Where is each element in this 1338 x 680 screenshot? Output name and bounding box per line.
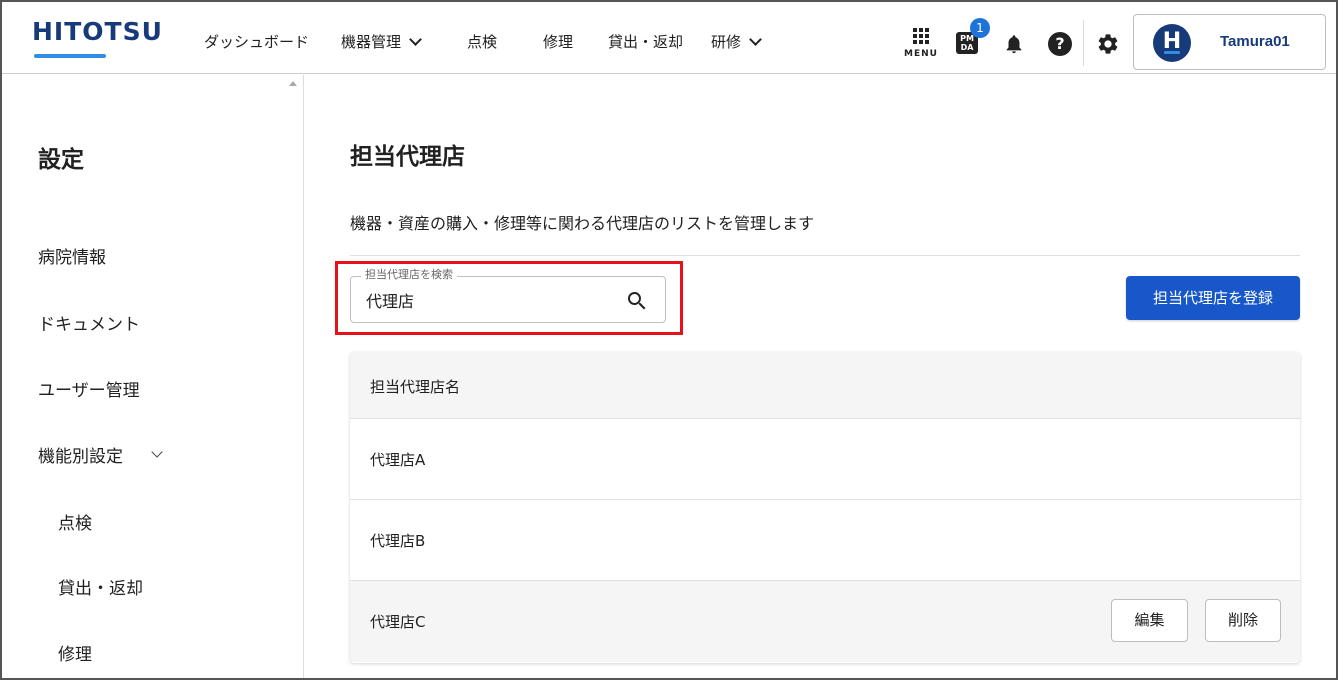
- column-header-agency-name: 担当代理店名: [370, 378, 461, 396]
- notification-count-badge: 1: [970, 18, 990, 38]
- page-description: 機器・資産の購入・修理等に関わる代理店のリストを管理します: [350, 214, 815, 233]
- chevron-down-icon: [749, 33, 762, 46]
- sidebar-item-label: 病院情報: [38, 248, 106, 268]
- sidebar-item-user-management[interactable]: ユーザー管理: [38, 376, 140, 401]
- delete-button[interactable]: 削除: [1205, 599, 1281, 642]
- sidebar-item-label: ユーザー管理: [38, 381, 140, 401]
- agency-name-cell: 代理店C: [370, 613, 426, 631]
- sidebar-item-hospital-info[interactable]: 病院情報: [38, 243, 106, 268]
- header-divider: [1083, 20, 1084, 66]
- chevron-down-icon: [151, 446, 163, 458]
- app-menu-button[interactable]: MENU: [902, 24, 940, 64]
- top-header: HITOTSU ダッシュボード 機器管理 点検 修理 貸出・返却 研修 MENU…: [2, 2, 1336, 74]
- app-window: HITOTSU ダッシュボード 機器管理 点検 修理 貸出・返却 研修 MENU…: [0, 0, 1338, 680]
- page-title: 担当代理店: [350, 144, 465, 170]
- apps-grid-icon: [913, 28, 929, 44]
- nav-inspection[interactable]: 点検: [467, 30, 497, 54]
- agency-name-cell: 代理店A: [370, 451, 426, 469]
- nav-training[interactable]: 研修: [711, 30, 762, 54]
- nav-inspection-label: 点検: [467, 33, 498, 51]
- nav-equipment-label: 機器管理: [341, 33, 402, 51]
- sidebar-title: 設定: [38, 147, 84, 173]
- sidebar-item-label: 貸出・返却: [58, 579, 143, 599]
- search-field[interactable]: 担当代理店を検索: [350, 268, 666, 323]
- nav-dashboard[interactable]: ダッシュボード: [204, 30, 309, 54]
- section-divider: [350, 255, 1300, 256]
- table-header: 担当代理店名: [350, 352, 1300, 419]
- chevron-down-icon: [409, 33, 422, 46]
- nav-dashboard-label: ダッシュボード: [204, 33, 310, 51]
- search-input[interactable]: [366, 290, 606, 309]
- table-row[interactable]: 代理店A: [350, 419, 1300, 500]
- gear-icon[interactable]: [1096, 32, 1120, 56]
- logo-text: HITOTSU: [32, 17, 163, 46]
- sidebar-item-repair[interactable]: 修理: [58, 640, 92, 665]
- sidebar-item-inspection[interactable]: 点検: [58, 509, 92, 534]
- menu-label: MENU: [904, 49, 938, 59]
- agency-name-cell: 代理店B: [370, 532, 426, 550]
- user-menu-button[interactable]: H Tamura01: [1133, 14, 1326, 70]
- agency-table: 担当代理店名 代理店A 代理店B 代理店C 編集 削除: [350, 352, 1300, 663]
- sidebar-item-label: ドキュメント: [38, 315, 140, 335]
- bell-icon[interactable]: [1003, 32, 1025, 56]
- table-row[interactable]: 代理店C 編集 削除: [350, 581, 1300, 662]
- edit-button[interactable]: 編集: [1111, 599, 1188, 642]
- register-agency-button[interactable]: 担当代理店を登録: [1126, 276, 1300, 320]
- nav-repair-label: 修理: [543, 33, 574, 51]
- sidebar-item-feature-settings[interactable]: 機能別設定: [38, 442, 163, 467]
- user-name: Tamura01: [1220, 33, 1290, 50]
- sidebar-item-label: 点検: [58, 514, 92, 534]
- table-row[interactable]: 代理店B: [350, 500, 1300, 581]
- sidebar-item-lending[interactable]: 貸出・返却: [58, 574, 143, 599]
- sidebar-item-documents[interactable]: ドキュメント: [38, 310, 140, 335]
- nav-equipment[interactable]: 機器管理: [341, 30, 422, 54]
- nav-training-label: 研修: [711, 33, 742, 51]
- nav-lending-label: 貸出・返却: [608, 33, 684, 51]
- hitotsu-logo[interactable]: HITOTSU: [32, 18, 167, 62]
- help-icon[interactable]: ?: [1048, 32, 1072, 56]
- search-icon[interactable]: [625, 289, 649, 313]
- scroll-up-arrow-icon[interactable]: [289, 81, 297, 86]
- main-content: 担当代理店 機器・資産の購入・修理等に関わる代理店のリストを管理します 担当代理…: [305, 75, 1336, 678]
- settings-sidebar: 設定 病院情報 ドキュメント ユーザー管理 機能別設定 点検 貸出・返却 修理: [2, 75, 304, 678]
- avatar: H: [1153, 24, 1191, 62]
- sidebar-item-label: 修理: [58, 645, 92, 665]
- logo-underline: [34, 54, 106, 58]
- nav-lending[interactable]: 貸出・返却: [608, 30, 683, 54]
- sidebar-item-label: 機能別設定: [38, 447, 123, 467]
- search-legend: 担当代理店を検索: [361, 268, 457, 282]
- nav-repair[interactable]: 修理: [543, 30, 573, 54]
- avatar-underline: [1164, 51, 1180, 54]
